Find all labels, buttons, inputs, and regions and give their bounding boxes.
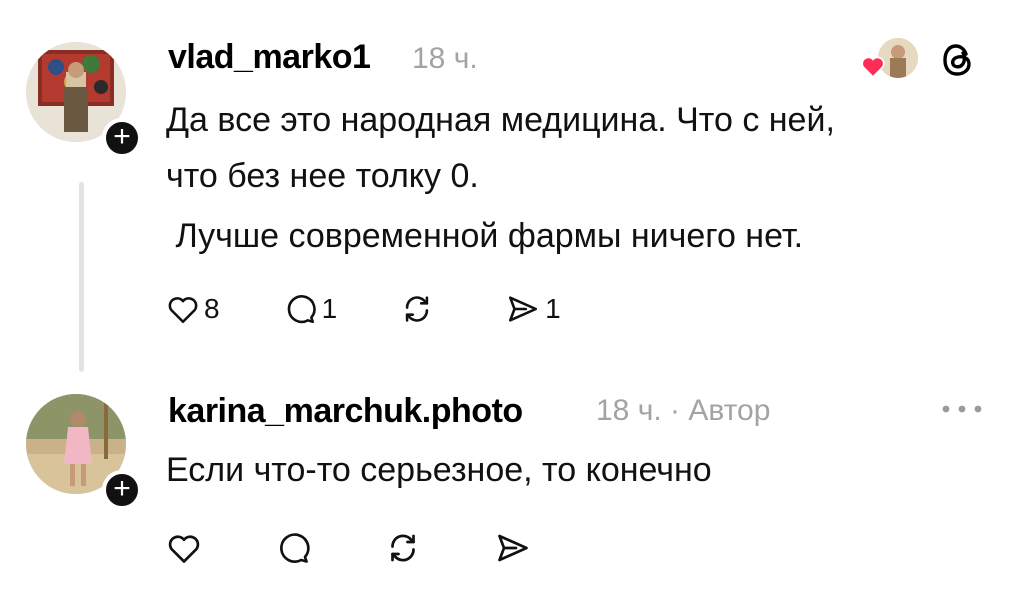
like-button[interactable] bbox=[166, 531, 206, 565]
comment-icon bbox=[280, 533, 310, 563]
author-tag: Автор bbox=[688, 394, 771, 427]
post-meta: 18 ч. · Автор bbox=[596, 394, 770, 428]
like-count: 8 bbox=[204, 293, 220, 324]
post-time: 18 ч. bbox=[596, 394, 662, 427]
reply-button[interactable]: 1 bbox=[282, 292, 338, 326]
follow-plus-button[interactable]: + bbox=[102, 470, 142, 510]
post-actions bbox=[166, 530, 584, 566]
post-karina-marchuk: + karina_marchuk.photo 18 ч. · Автор Есл… bbox=[0, 380, 1024, 608]
username[interactable]: vlad_marko1 bbox=[168, 38, 371, 77]
heart-icon bbox=[168, 297, 198, 324]
share-count: 1 bbox=[545, 293, 561, 324]
repost-button[interactable] bbox=[384, 530, 426, 566]
meta-separator: · bbox=[670, 394, 681, 427]
post-text-line: Лучше современной фармы ничего нет. bbox=[166, 217, 804, 255]
heart-icon bbox=[168, 535, 200, 563]
username[interactable]: karina_marchuk.photo bbox=[168, 392, 523, 431]
repost-button[interactable] bbox=[399, 292, 439, 326]
thread-line bbox=[79, 182, 84, 372]
repost-icon bbox=[405, 296, 429, 322]
post-vlad-marko1: + vlad_marko1 18 ч. Да все это народная … bbox=[0, 0, 1024, 380]
post-time: 18 ч. bbox=[412, 42, 478, 75]
post-actions: 8 1 1 bbox=[166, 292, 609, 326]
threads-logo-icon[interactable] bbox=[940, 40, 976, 85]
reply-count: 1 bbox=[321, 293, 338, 324]
share-icon bbox=[509, 296, 538, 322]
share-icon bbox=[498, 534, 528, 562]
follow-plus-button[interactable]: + bbox=[102, 118, 142, 158]
like-button[interactable]: 8 bbox=[166, 293, 220, 325]
post-text-line: Да все это народная медицина. Что с ней, bbox=[166, 101, 835, 139]
repost-icon bbox=[391, 534, 415, 562]
share-button[interactable] bbox=[494, 530, 536, 566]
post-text-line: Если что-то серьезное, то конечно bbox=[166, 451, 712, 489]
heart-badge-icon bbox=[860, 54, 886, 83]
post-text-line: что без нее толку 0. bbox=[166, 157, 479, 195]
share-button[interactable]: 1 bbox=[505, 292, 561, 326]
comment-icon bbox=[287, 295, 316, 324]
more-icon[interactable] bbox=[940, 402, 984, 420]
reply-button[interactable] bbox=[274, 530, 316, 566]
